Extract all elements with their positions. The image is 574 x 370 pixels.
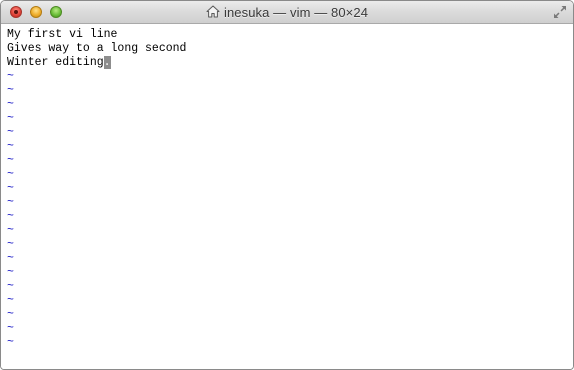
title-bar[interactable]: inesuka — vim — 80×24 bbox=[1, 1, 573, 24]
empty-line-marker: ~ bbox=[7, 140, 14, 153]
empty-line-marker: ~ bbox=[7, 252, 14, 265]
buffer-line-1: My first vi line bbox=[7, 28, 118, 41]
empty-line-marker: ~ bbox=[7, 322, 14, 335]
house-icon bbox=[206, 5, 220, 18]
close-button[interactable] bbox=[10, 6, 22, 18]
empty-line-marker: ~ bbox=[7, 84, 14, 97]
buffer-line-2: Gives way to a long second bbox=[7, 42, 187, 55]
empty-line-marker: ~ bbox=[7, 294, 14, 307]
empty-line-marker: ~ bbox=[7, 224, 14, 237]
empty-line-marker: ~ bbox=[7, 336, 14, 349]
vim-buffer[interactable]: My first vi line Gives way to a long sec… bbox=[1, 24, 573, 369]
empty-line-marker: ~ bbox=[7, 182, 14, 195]
empty-line-marker: ~ bbox=[7, 168, 14, 181]
empty-line-marker: ~ bbox=[7, 280, 14, 293]
text-cursor: . bbox=[103, 56, 111, 69]
empty-line-marker: ~ bbox=[7, 196, 14, 209]
empty-line-marker: ~ bbox=[7, 112, 14, 125]
empty-line-marker: ~ bbox=[7, 126, 14, 139]
empty-line-marker: ~ bbox=[7, 266, 14, 279]
minimize-button[interactable] bbox=[30, 6, 42, 18]
zoom-button[interactable] bbox=[50, 6, 62, 18]
empty-lines: ~ ~ ~ ~ ~ ~ ~ ~ ~ ~ ~ ~ ~ ~ ~ ~ ~ ~ ~ ~ bbox=[7, 70, 573, 350]
window-title-group: inesuka — vim — 80×24 bbox=[1, 1, 573, 23]
empty-line-marker: ~ bbox=[7, 154, 14, 167]
buffer-line-3: Winter editing. bbox=[7, 56, 573, 70]
empty-line-marker: ~ bbox=[7, 308, 14, 321]
window-title: inesuka — vim — 80×24 bbox=[223, 4, 369, 20]
empty-line-marker: ~ bbox=[7, 238, 14, 251]
empty-line-marker: ~ bbox=[7, 210, 14, 223]
empty-line-marker: ~ bbox=[7, 70, 14, 83]
empty-line-marker: ~ bbox=[7, 98, 14, 111]
fullscreen-arrows-icon[interactable] bbox=[553, 5, 567, 19]
buffer-line-3-text: Winter editing bbox=[7, 56, 104, 69]
terminal-window: inesuka — vim — 80×24 My first vi line G… bbox=[0, 0, 574, 370]
